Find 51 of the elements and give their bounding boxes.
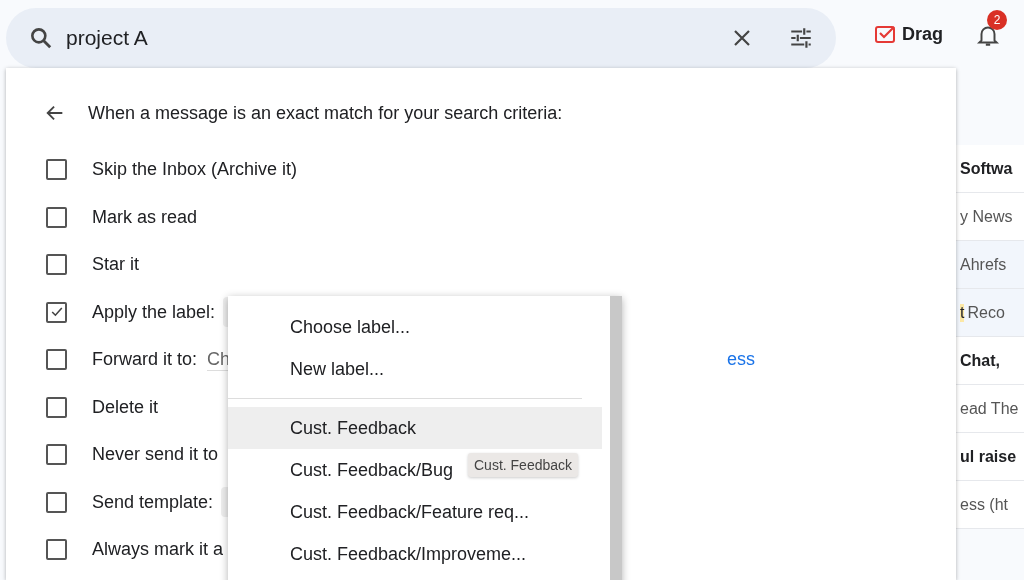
action-label: Mark as read	[92, 206, 198, 228]
action-label: Skip the Inbox (Archive it)	[92, 159, 298, 181]
checkbox[interactable]	[46, 159, 67, 181]
label-option[interactable]: Cust. Feedback/Feature req...	[228, 491, 534, 533]
message-row[interactable]: ess (ht	[956, 481, 1024, 529]
message-row[interactable]: Softwa	[956, 145, 1024, 193]
check-box-icon	[874, 24, 898, 44]
checkbox[interactable]	[46, 539, 67, 561]
message-snippet: ess (ht	[960, 495, 1008, 514]
filter-heading: When a message is an exact match for your search criteria:	[88, 102, 563, 124]
highlighted-text: t	[960, 303, 965, 322]
message-snippet: ul raise	[960, 447, 1017, 466]
message-row[interactable]: t Reco	[956, 289, 1024, 337]
checkbox[interactable]	[46, 254, 67, 276]
label-option[interactable]: Cust. Feedback/Bug	[228, 449, 458, 491]
message-snippet: Softwa	[960, 159, 1013, 178]
search-value: project A	[66, 26, 149, 50]
notification-badge: 2	[987, 10, 1007, 30]
checkbox[interactable]	[46, 396, 67, 418]
message-row[interactable]: Ahrefs	[956, 241, 1024, 289]
label-option[interactable]: Cust. Feedback/Improveme...	[228, 533, 531, 575]
checkbox[interactable]	[46, 301, 67, 323]
message-snippet: y News	[960, 207, 1013, 226]
message-snippet: ead The	[960, 399, 1019, 418]
action-label: Never send it to	[92, 444, 219, 466]
message-snippet: Reco	[967, 303, 1005, 322]
scrollbar[interactable]	[610, 296, 622, 580]
action-label: Forward it to:	[92, 349, 198, 371]
action-label: Apply the label:	[92, 301, 216, 323]
checkbox[interactable]	[46, 206, 67, 228]
sliders-icon[interactable]	[788, 25, 814, 51]
drag-button[interactable]: Drag	[872, 21, 945, 47]
action-label: Star it	[92, 254, 139, 276]
message-row[interactable]: ead The	[956, 385, 1024, 433]
action-label: Always mark it a	[92, 539, 224, 561]
menu-item[interactable]: Choose label...	[228, 306, 415, 348]
label-option[interactable]: Cust. Feedback	[228, 407, 602, 449]
message-row[interactable]: y News	[956, 193, 1024, 241]
checkbox[interactable]	[46, 444, 67, 466]
search-field[interactable]: project A	[6, 8, 836, 68]
message-snippet: Ahrefs	[960, 255, 1007, 274]
checkbox[interactable]	[46, 349, 67, 371]
checkbox[interactable]	[46, 491, 67, 513]
action-label: Delete it	[92, 396, 159, 418]
search-icon	[28, 25, 54, 51]
action-label: Send template:	[92, 491, 214, 513]
message-snippet: Chat,	[960, 351, 1000, 370]
message-row[interactable]: ul raise	[956, 433, 1024, 481]
tooltip: Cust. Feedback	[468, 453, 579, 477]
menu-item[interactable]: New label...	[228, 348, 389, 390]
message-row[interactable]: Chat,	[956, 337, 1024, 385]
